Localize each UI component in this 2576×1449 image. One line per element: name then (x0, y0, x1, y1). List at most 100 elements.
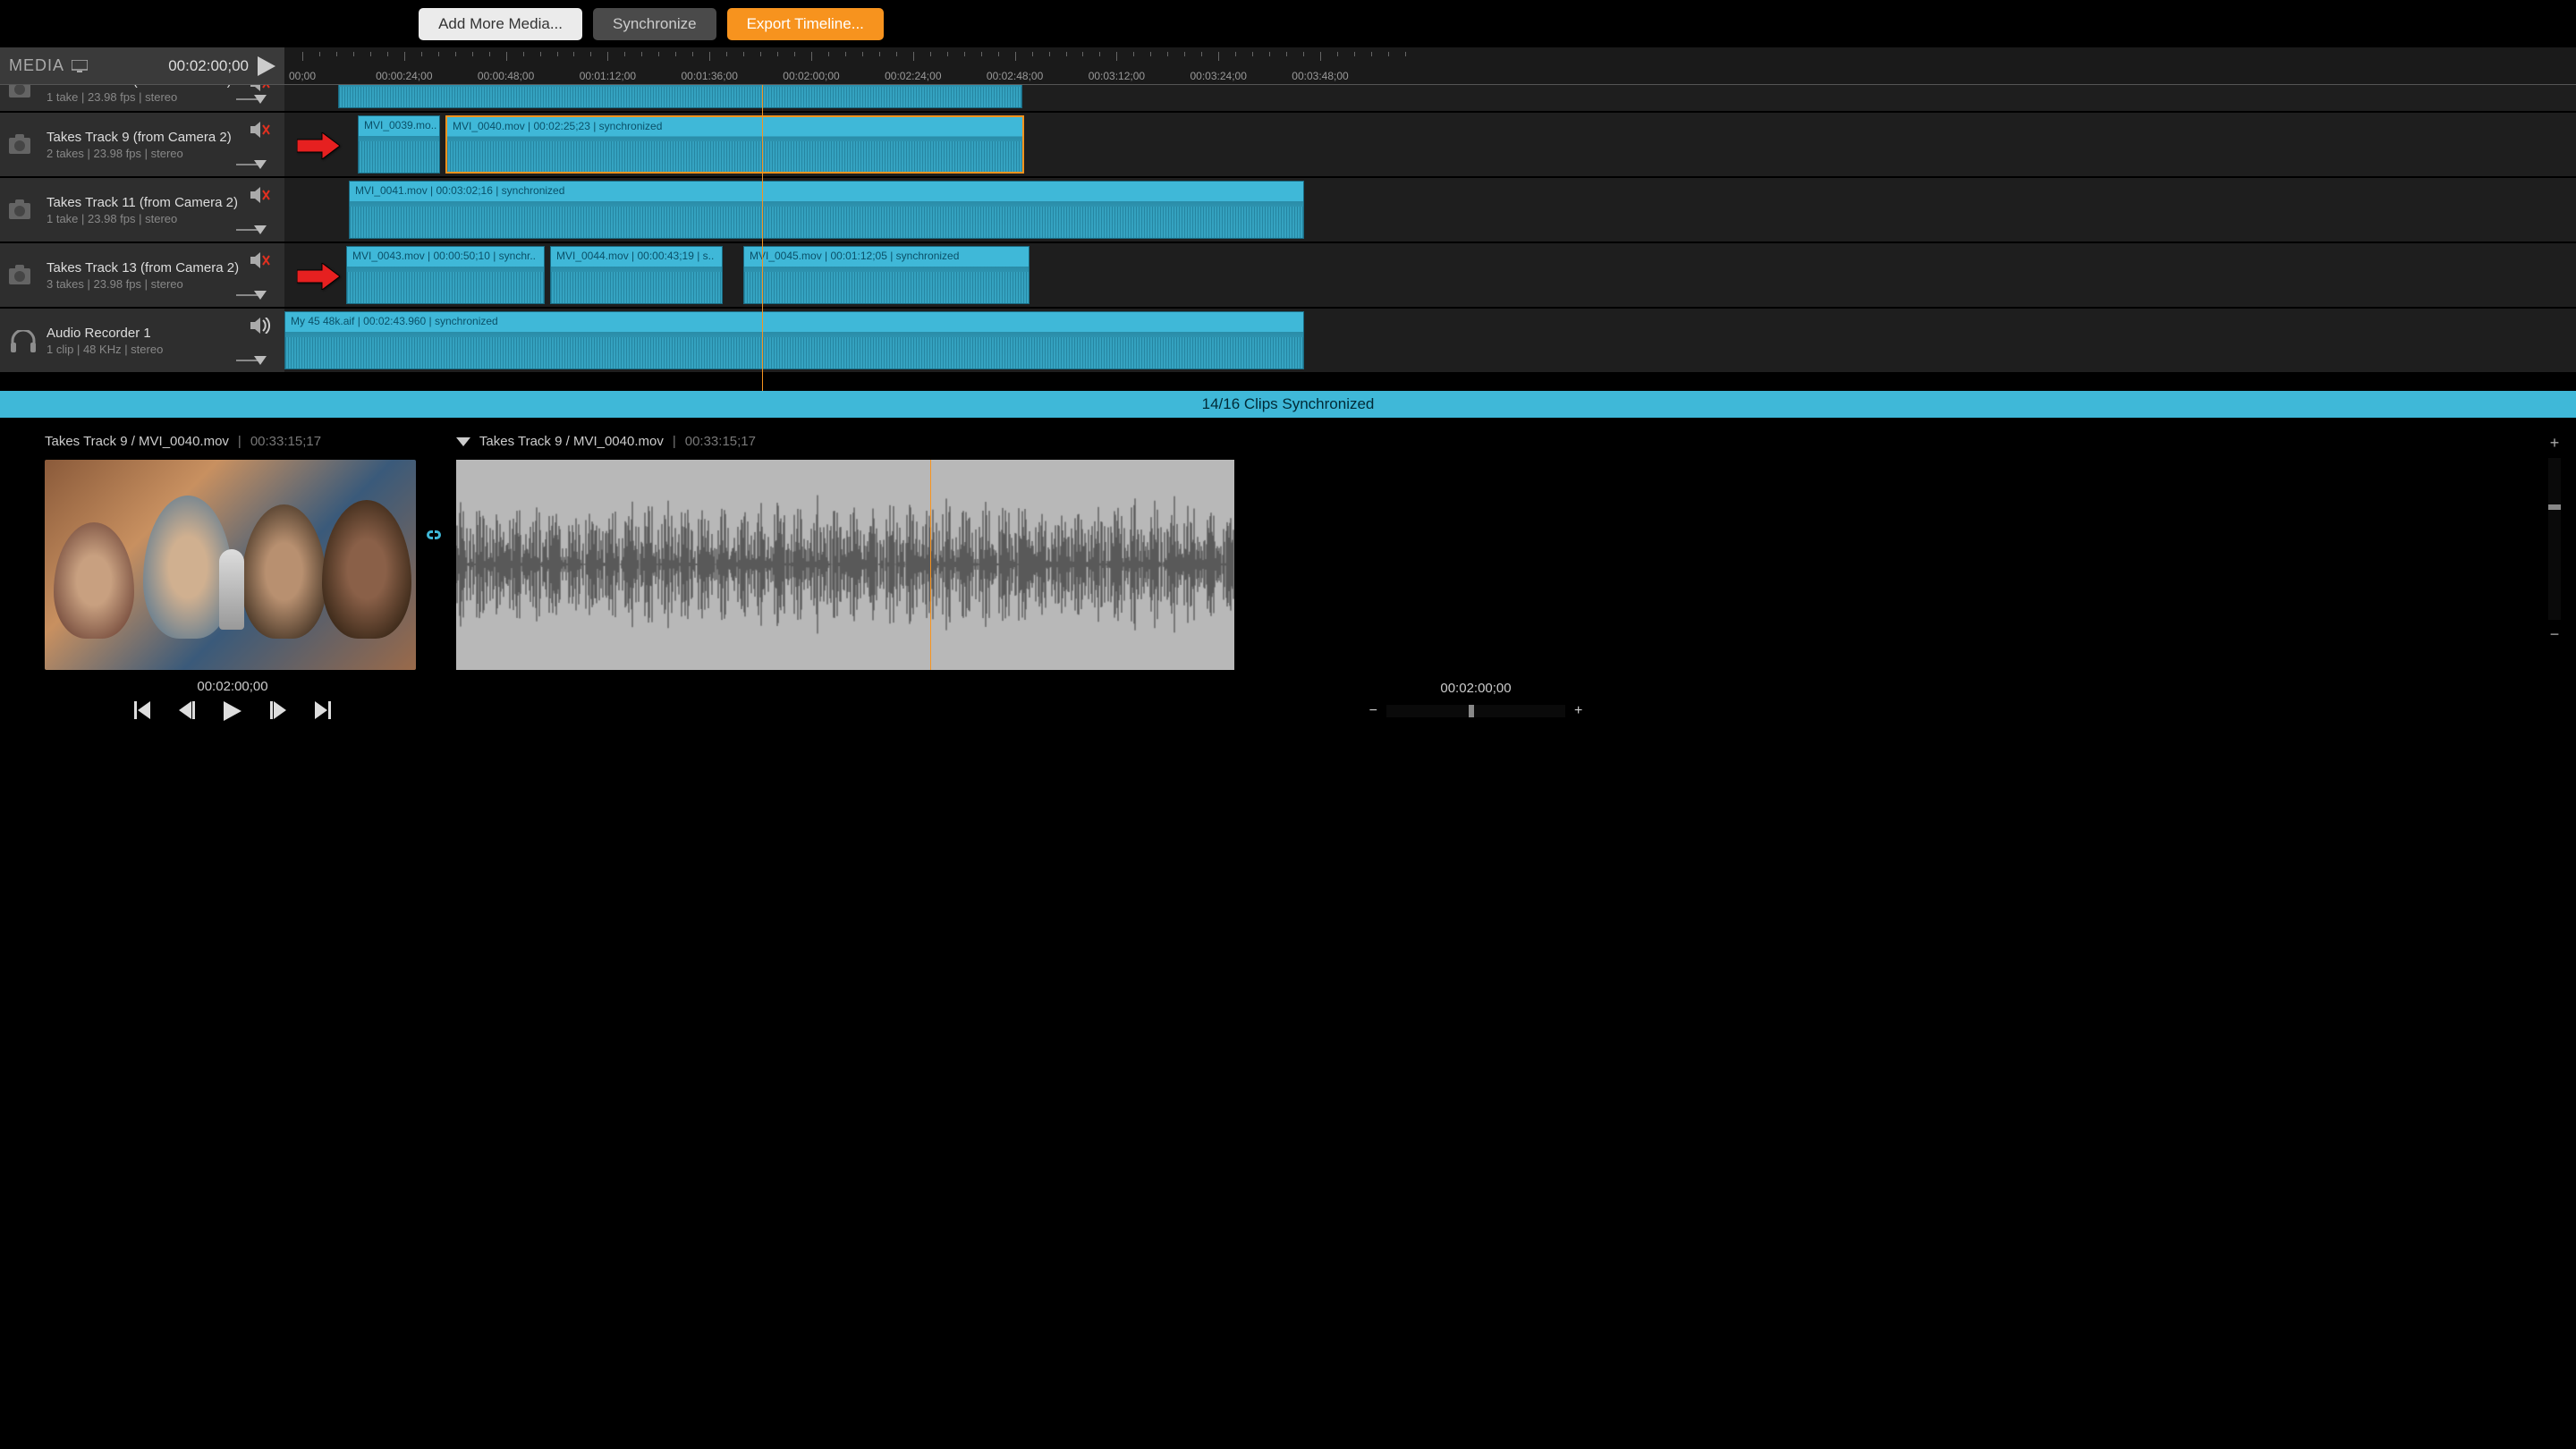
tracks-area: Takes Track 8 (from Camera 2) 1 take | 23… (0, 85, 2576, 391)
track-name: Takes Track 13 (from Camera 2) (47, 260, 275, 275)
track-row: Audio Recorder 1 1 clip | 48 KHz | stereo… (0, 309, 2576, 374)
arrow-annotation (297, 263, 340, 290)
zoom-h-thumb[interactable] (1469, 705, 1474, 717)
volume-slider[interactable] (236, 225, 272, 234)
volume-slider[interactable] (236, 356, 272, 365)
zoom-v-thumb[interactable] (2548, 504, 2561, 510)
track-content[interactable]: MVI_0041.mov | 00:03:02;16 | synchronize… (284, 178, 2576, 242)
camera-icon (9, 199, 38, 221)
clip[interactable]: My 45 48k.aif | 00:02:43.960 | synchroni… (284, 311, 1304, 369)
clip-label: MVI_0039.mo.. (364, 119, 436, 131)
track-name: Takes Track 8 (from Camera 2) (47, 85, 275, 89)
track-meta: 1 take | 23.98 fps | stereo (47, 212, 275, 225)
clip[interactable]: MVI_0044.mov | 00:00:43;19 | s.. (550, 246, 723, 304)
track-content[interactable]: My 45 48k.aif | 00:02:43.960 | synchroni… (284, 309, 2576, 372)
mute-button[interactable] (250, 122, 272, 138)
mute-button[interactable] (250, 85, 272, 91)
preview-left-time: 00:02:00;00 (45, 679, 420, 694)
ruler-label: 00:01:36;00 (681, 70, 737, 82)
track-content[interactable] (284, 85, 2576, 111)
track-header[interactable]: Takes Track 8 (from Camera 2)1 take | 23… (0, 85, 284, 111)
clip-label: MVI_0043.mov | 00:00:50;10 | synchr.. (352, 250, 536, 262)
ruler-label: 00:02:00;00 (783, 70, 839, 82)
volume-slider[interactable] (236, 95, 272, 104)
track-meta: 2 takes | 23.98 fps | stereo (47, 147, 275, 160)
preview-left-title: Takes Track 9 / MVI_0040.mov|00:33:15;17 (45, 434, 420, 449)
step-back-button[interactable] (179, 701, 195, 721)
clip[interactable]: MVI_0045.mov | 00:01:12;05 | synchronize… (743, 246, 1030, 304)
zoom-out-v-button[interactable]: − (2550, 625, 2560, 644)
step-forward-button[interactable] (270, 701, 286, 721)
mute-button[interactable] (250, 318, 272, 334)
play-button[interactable] (224, 701, 242, 721)
monitor-icon (72, 60, 88, 72)
clip-label: MVI_0041.mov | 00:03:02;16 | synchronize… (355, 184, 564, 197)
zoom-in-h-button[interactable]: + (1574, 703, 1582, 719)
track-header[interactable]: Takes Track 13 (from Camera 2) 3 takes | … (0, 243, 284, 307)
track-header[interactable]: Takes Track 9 (from Camera 2) 2 takes | 2… (0, 113, 284, 176)
volume-slider[interactable] (236, 160, 272, 169)
preview-right-time: 00:02:00;00 (420, 681, 2531, 696)
synchronize-button[interactable]: Synchronize (593, 8, 716, 40)
ruler-label: 00:01:12;00 (580, 70, 636, 82)
arrow-annotation (297, 132, 340, 159)
track-row: Takes Track 11 (from Camera 2) 1 take | 2… (0, 178, 2576, 243)
zoom-vertical[interactable]: + − (2544, 434, 2565, 644)
transport-controls (45, 701, 420, 721)
track-name: Takes Track 9 (from Camera 2) (47, 130, 275, 145)
track-name: Takes Track 11 (from Camera 2) (47, 195, 275, 210)
add-media-button[interactable]: Add More Media... (419, 8, 582, 40)
main-toolbar: Add More Media... Synchronize Export Tim… (0, 0, 1302, 47)
media-timecode: 00:02:00;00 (168, 57, 249, 75)
preview-video-frame[interactable] (45, 460, 416, 670)
clip-label: MVI_0040.mov | 00:02:25;23 | synchronize… (453, 120, 662, 132)
track-meta: 3 takes | 23.98 fps | stereo (47, 277, 275, 291)
ruler-label: 00:02:48;00 (987, 70, 1043, 82)
preview-waveform[interactable] (456, 460, 1234, 670)
ruler-label: 00:00:48;00 (478, 70, 534, 82)
export-timeline-button[interactable]: Export Timeline... (727, 8, 884, 40)
clip[interactable]: MVI_0041.mov | 00:03:02;16 | synchronize… (349, 181, 1304, 239)
track-row: Takes Track 8 (from Camera 2)1 take | 23… (0, 85, 2576, 113)
camera-icon (9, 265, 38, 286)
track-content[interactable]: MVI_0039.mo.. MVI_0040.mov | 00:02:25;23 … (284, 113, 2576, 176)
clip-label: MVI_0044.mov | 00:00:43;19 | s.. (556, 250, 714, 262)
track-header[interactable]: Takes Track 11 (from Camera 2) 1 take | 2… (0, 178, 284, 242)
link-icon[interactable] (422, 528, 445, 542)
track-content[interactable]: MVI_0043.mov | 00:00:50;10 | synchr.. MVI… (284, 243, 2576, 307)
clip-label: My 45 48k.aif | 00:02:43.960 | synchroni… (291, 315, 498, 327)
skip-end-button[interactable] (315, 701, 331, 721)
track-meta: 1 clip | 48 KHz | stereo (47, 343, 275, 356)
ruler-label: 00;00 (289, 70, 316, 82)
playhead[interactable] (762, 85, 763, 391)
zoom-out-h-button[interactable]: − (1369, 703, 1377, 719)
play-button[interactable] (258, 56, 275, 76)
ruler-label: 00:02:24;00 (885, 70, 941, 82)
dropdown-icon[interactable] (456, 437, 470, 446)
camera-icon (9, 134, 38, 156)
preview-area: Takes Track 9 / MVI_0040.mov|00:33:15;17… (0, 418, 2576, 1449)
ruler-label: 00:03:48;00 (1292, 70, 1348, 82)
zoom-in-v-button[interactable]: + (2550, 434, 2560, 453)
mute-button[interactable] (250, 252, 272, 268)
zoom-v-track[interactable] (2548, 458, 2561, 620)
zoom-h-track[interactable] (1386, 705, 1565, 717)
sync-status-bar: 14/16 Clips Synchronized (0, 391, 2576, 418)
timeline-ruler[interactable]: 00;00 00:00:24;00 00:00:48;00 00:01:12;00 00… (284, 47, 2576, 85)
camera-icon (9, 85, 38, 99)
track-name: Audio Recorder 1 (47, 326, 275, 341)
media-panel-header: MEDIA 00:02:00;00 (0, 47, 284, 85)
volume-slider[interactable] (236, 291, 272, 300)
clip[interactable] (338, 85, 1022, 108)
skip-start-button[interactable] (134, 701, 150, 721)
ruler-label: 00:03:24;00 (1190, 70, 1246, 82)
preview-right-title: Takes Track 9 / MVI_0040.mov|00:33:15;17 (456, 434, 2531, 449)
mute-button[interactable] (250, 187, 272, 203)
ruler-label: 00:00:24;00 (376, 70, 432, 82)
clip[interactable]: MVI_0039.mo.. (358, 115, 440, 174)
clip[interactable]: MVI_0040.mov | 00:02:25;23 | synchronize… (445, 115, 1024, 174)
track-header[interactable]: Audio Recorder 1 1 clip | 48 KHz | stereo (0, 309, 284, 372)
track-row: Takes Track 13 (from Camera 2) 3 takes | … (0, 243, 2576, 309)
ruler-label: 00:03:12;00 (1089, 70, 1145, 82)
clip[interactable]: MVI_0043.mov | 00:00:50;10 | synchr.. (346, 246, 545, 304)
